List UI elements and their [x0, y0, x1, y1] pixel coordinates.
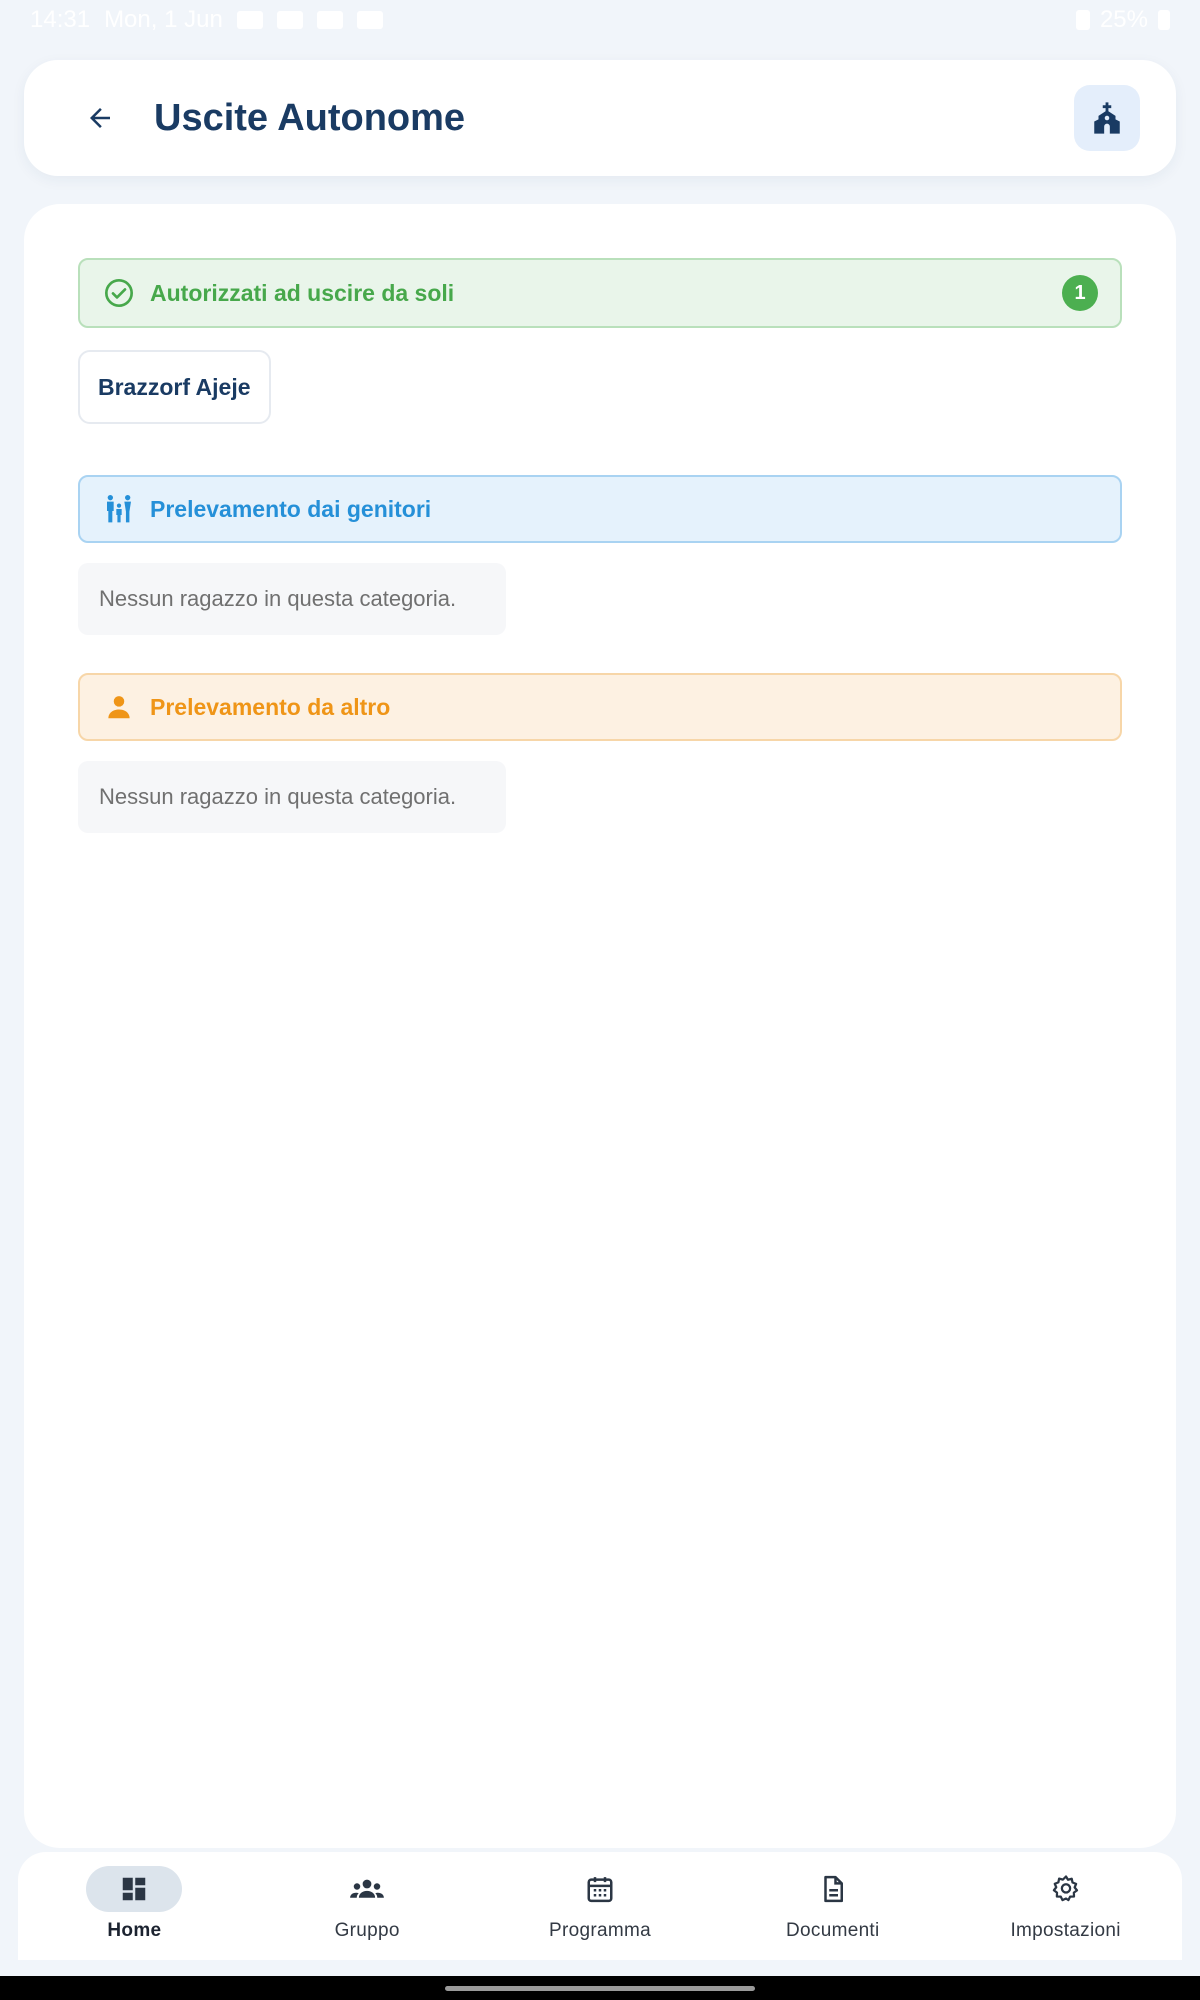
calendar-icon — [587, 1877, 613, 1903]
message-notification-icon — [356, 11, 383, 29]
status-bar: 14:31 Mon, 1 Jun 25% — [0, 0, 1200, 40]
section-header-parents[interactable]: Prelevamento dai genitori — [78, 475, 1122, 543]
arrow-left-icon — [90, 108, 110, 128]
family-icon — [107, 495, 131, 523]
nav-label: Gruppo — [334, 1920, 400, 1941]
section-label: Autorizzati ad uscire da soli — [150, 279, 455, 306]
battery-level: 25% — [1099, 6, 1148, 33]
check-circle-icon — [105, 279, 133, 307]
section-header-other[interactable]: Prelevamento da altro — [78, 673, 1122, 741]
nav-label: Programma — [549, 1920, 651, 1941]
back-button[interactable] — [74, 92, 126, 144]
person-icon — [108, 696, 130, 719]
home-gesture-handle[interactable] — [445, 1985, 755, 1991]
empty-state-message: Nessun ragazzo in questa categoria. — [78, 761, 506, 833]
group-icon — [350, 1879, 385, 1898]
nav-label: Impostazioni — [1010, 1920, 1121, 1941]
page-title: Uscite Autonome — [154, 96, 466, 139]
nav-label: Home — [107, 1920, 162, 1941]
nav-item-documenti[interactable]: Documenti — [716, 1852, 949, 1960]
section-label: Prelevamento dai genitori — [150, 495, 432, 522]
member-chip[interactable]: Brazzorf Ajeje — [78, 350, 271, 424]
gear-icon — [1052, 1875, 1078, 1902]
content-card: Autorizzati ad uscire da soli 1 Brazzorf… — [24, 204, 1176, 1848]
section-header-autonomous[interactable]: Autorizzati ad uscire da soli 1 — [78, 258, 1122, 328]
sim-icon — [1075, 10, 1090, 30]
status-time: 14:31 — [30, 6, 91, 33]
play-store-notification-icon — [316, 11, 343, 29]
nav-item-home[interactable]: Home — [18, 1852, 251, 1960]
section-label: Prelevamento da altro — [150, 693, 391, 720]
nav-label: Documenti — [786, 1920, 880, 1941]
gallery-notification-icon — [276, 11, 303, 29]
status-date: Mon, 1 Jun — [104, 6, 223, 33]
empty-state-message: Nessun ragazzo in questa categoria. — [78, 563, 506, 635]
system-navigation-bar — [0, 1976, 1200, 2000]
nav-item-programma[interactable]: Programma — [484, 1852, 717, 1960]
count-badge: 1 — [1062, 275, 1098, 311]
app-bar: Uscite Autonome — [24, 60, 1176, 176]
document-icon — [824, 1875, 843, 1903]
nav-item-impostazioni[interactable]: Impostazioni — [949, 1852, 1182, 1960]
bottom-navigation: Home Gruppo Programma Documenti Impostaz… — [18, 1852, 1182, 1960]
dashboard-icon — [123, 1877, 146, 1901]
parish-button[interactable] — [1074, 85, 1140, 151]
battery-icon — [1158, 10, 1170, 30]
church-icon — [1094, 102, 1120, 134]
youtube-notification-icon — [236, 11, 263, 29]
nav-item-gruppo[interactable]: Gruppo — [251, 1852, 484, 1960]
